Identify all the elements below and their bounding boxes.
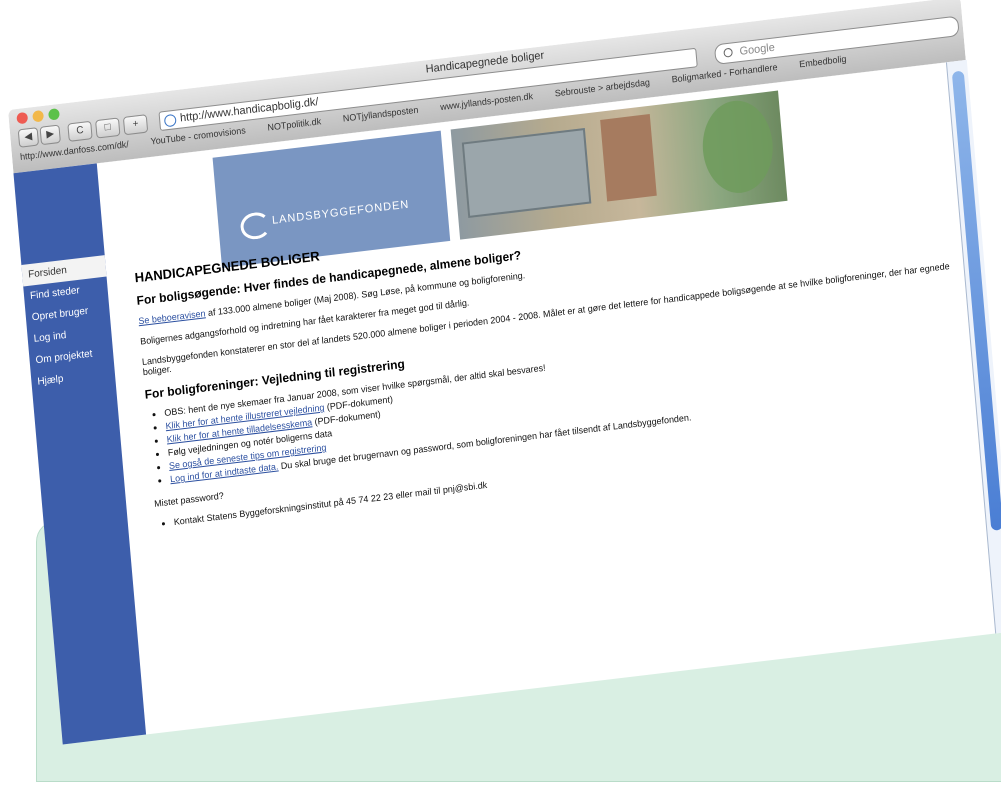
back-button[interactable]: ◀ [17,127,40,148]
web-page: Forsiden Find steder Opret bruger Log in… [13,59,1001,745]
show-all-tabs-button[interactable]: □ [95,117,121,139]
building-image [600,114,657,202]
add-bookmark-button[interactable]: + [122,114,149,136]
tree-image [699,96,777,197]
building-image [461,127,592,219]
logo-text: LANDSBYGGEFONDEN [271,198,410,227]
bookmark-item[interactable]: NOTpolitik.dk [267,116,322,137]
browser-window: Handicapegnede boliger ◀ ▶ C □ + http://… [8,0,1001,796]
site-menu: Forsiden Find steder Opret bruger Log in… [21,255,115,393]
beboeravis-link[interactable]: Se beboeravisen [138,308,206,326]
logo-icon [239,210,272,241]
site-sidebar: Forsiden Find steder Opret bruger Log in… [13,163,147,745]
reload-button[interactable]: C [67,120,93,142]
search-placeholder: Google [739,41,776,58]
bookmark-item[interactable]: Embedbolig [799,54,847,74]
globe-icon [163,113,177,128]
forward-button[interactable]: ▶ [39,124,61,146]
search-icon [723,47,733,58]
